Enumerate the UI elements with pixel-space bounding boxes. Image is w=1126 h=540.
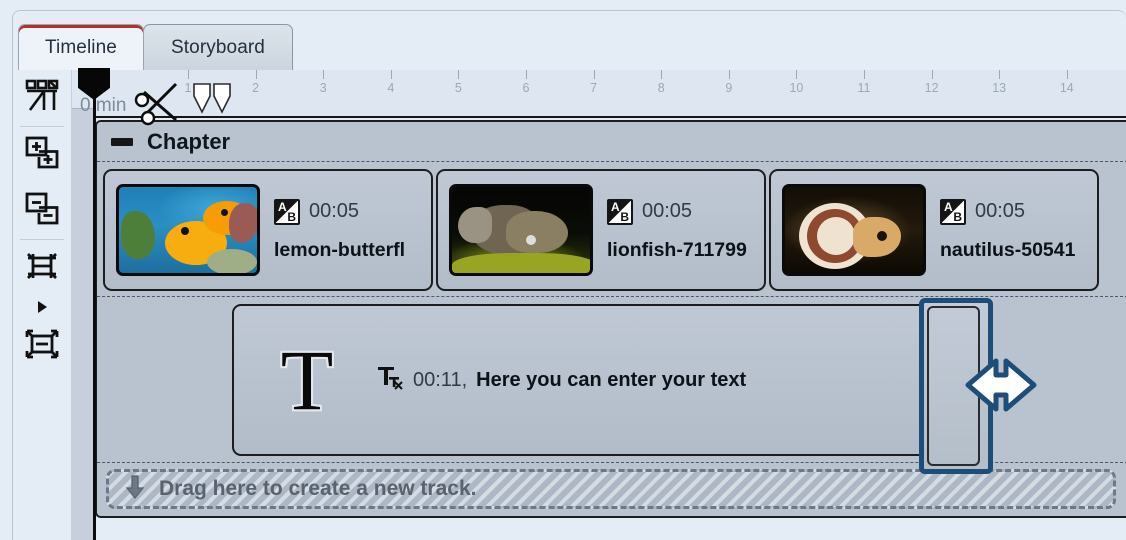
ruler-tick (323, 70, 325, 79)
clip-duration: 00:05 (975, 200, 1026, 222)
tab-bar: Timeline Storyboard (0, 0, 1126, 70)
ruler-tick-label: 3 (319, 81, 327, 95)
playhead-head (78, 68, 110, 100)
ruler-tick (864, 70, 865, 79)
timeline-application: Timeline Storyboard 1 2 3 4 5 6 7 8 9 10… (0, 0, 1126, 540)
ruler-tick (188, 70, 189, 79)
tab-timeline-label: Timeline (45, 36, 117, 58)
tool-fit-selection[interactable] (16, 240, 68, 296)
clip-name: lemon-butterfl (274, 238, 406, 261)
clip-name: lionfish-711799 (607, 238, 747, 261)
ruler-tick-label: 4 (387, 81, 395, 95)
ruler-tick-label: 12 (924, 81, 939, 95)
ab-transition-icon: AB (607, 198, 633, 225)
tab-storyboard[interactable]: Storyboard (143, 24, 293, 70)
table-row[interactable]: AB 00:05 nautilus-50541 (769, 169, 1099, 291)
text-glyph: T (280, 332, 334, 428)
ruler-tick (1066, 70, 1068, 79)
ruler-tick-label: 2 (252, 81, 260, 95)
playhead-stem (93, 98, 96, 540)
chapter-header[interactable]: Chapter (97, 122, 1126, 162)
horizontal-resize-arrow-icon (938, 352, 1064, 423)
ruler-tick (999, 70, 1001, 79)
text-clip-content: Here you can enter your text (476, 368, 747, 391)
tool-zoom-in[interactable] (16, 127, 68, 183)
table-row[interactable]: AB 00:05 lemon-butterfl (103, 169, 433, 291)
ruler-tick-label: 10 (789, 81, 804, 95)
new-track-drop-zone[interactable]: Drag here to create a new track. (106, 469, 1116, 509)
ruler-tick (593, 70, 595, 79)
collapse-minus-icon[interactable] (111, 137, 133, 146)
ruler-tick (796, 70, 798, 79)
text-effects-icon (376, 364, 404, 397)
tab-storyboard-label: Storyboard (171, 36, 265, 58)
ruler-tick (728, 70, 730, 79)
rail-expand-caret[interactable] (16, 296, 68, 318)
tab-timeline[interactable]: Timeline (18, 24, 144, 70)
down-arrow-icon (125, 474, 145, 504)
ruler-tick-label: 8 (657, 81, 665, 95)
tropical-fish-thumbnail (116, 184, 260, 276)
track-header-gutter[interactable] (72, 108, 95, 540)
film-split-icon (22, 76, 62, 121)
ab-transition-icon: AB (940, 198, 966, 225)
zoom-out-icon (22, 189, 62, 234)
playhead[interactable] (78, 68, 110, 540)
ruler-tick (458, 70, 460, 79)
fit-selection-icon (22, 246, 62, 291)
ruler-tick (390, 70, 392, 79)
ab-transition-icon: AB (274, 198, 300, 225)
table-row[interactable]: AB 00:05 lionfish-711799 (436, 169, 766, 291)
clip-duration: 00:05 (309, 200, 360, 222)
lionfish-thumbnail (449, 184, 593, 276)
video-track: AB 00:05 lemon-butterfl A B 00:05 lionfi… (97, 163, 1126, 297)
clip-duration: 00:05 (642, 200, 693, 222)
ruler-tick (526, 70, 527, 79)
text-clip[interactable]: T 00:11, Here you can enter your text (232, 304, 978, 456)
tool-fit-project[interactable] (16, 318, 68, 374)
tool-split-clip[interactable] (16, 70, 68, 126)
text-clip-time: 00:11, (413, 368, 468, 391)
ruler-tick-label: 7 (590, 81, 598, 95)
ruler-tick-label: 9 (725, 81, 733, 95)
ruler-tick (931, 70, 933, 79)
ruler-tick-label: 14 (1059, 81, 1074, 95)
ruler-tick-label: 11 (857, 81, 871, 95)
tool-zoom-out[interactable] (16, 183, 68, 239)
ruler-tick-label: 5 (454, 81, 462, 95)
time-ruler[interactable]: 1 2 3 4 5 6 7 8 9 10 11 12 13 14 (95, 70, 1126, 118)
zoom-in-icon (22, 133, 62, 178)
tool-rail (13, 70, 72, 540)
ruler-tick (661, 70, 663, 79)
new-track-drop-label: Drag here to create a new track. (159, 477, 477, 500)
fit-project-icon (22, 324, 62, 369)
ruler-tick-label: 13 (992, 81, 1007, 95)
split-marker-icon (192, 82, 234, 121)
ruler-tick-label: 6 (522, 81, 530, 95)
scissors-cursor-icon (132, 80, 186, 137)
clip-name: nautilus-50541 (940, 238, 1076, 261)
ruler-tick (255, 70, 257, 79)
nautilus-thumbnail (782, 184, 926, 276)
